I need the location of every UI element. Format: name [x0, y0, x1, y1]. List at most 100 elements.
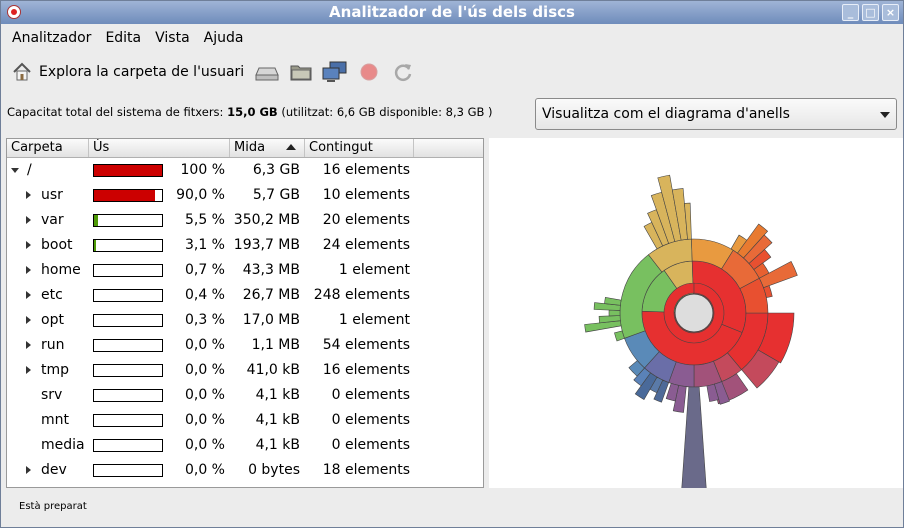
column-header-contents[interactable]: Contingut — [305, 139, 414, 157]
maximize-button[interactable]: □ — [862, 4, 879, 21]
refresh-button[interactable] — [390, 59, 416, 85]
stop-icon — [360, 63, 378, 81]
folder-contents: 16 elements — [322, 362, 410, 378]
usage-bar-fill — [94, 190, 155, 201]
column-header-usage[interactable]: Ús — [89, 139, 230, 157]
folder-name: srv — [41, 387, 63, 403]
table-row[interactable]: mnt 0,0 % 4,1 kB 0 elements — [7, 408, 483, 433]
column-header-size[interactable]: Mida — [230, 139, 305, 157]
usage-bar — [93, 364, 163, 377]
scan-remote-button[interactable] — [322, 59, 348, 85]
ring3-segment[interactable] — [608, 309, 621, 317]
refresh-icon — [395, 64, 412, 81]
table-row[interactable]: var 5,5 % 350,2 MB 20 elements — [7, 208, 483, 233]
menu-analitzador[interactable]: Analitzador — [5, 30, 98, 46]
folder-name: etc — [41, 287, 63, 303]
view-mode-select[interactable]: Visualitza com el diagrama d'anells — [535, 98, 897, 130]
scan-filesystem-button[interactable] — [254, 59, 280, 85]
usage-percent: 0,3 % — [184, 312, 225, 328]
usage-percent: 0,7 % — [184, 262, 225, 278]
table-row[interactable]: boot 3,1 % 193,7 MB 24 elements — [7, 233, 483, 258]
table-row[interactable]: opt 0,3 % 17,0 MB 1 element — [7, 308, 483, 333]
folder-name: mnt — [41, 412, 69, 428]
minimize-button[interactable]: _ — [842, 4, 859, 21]
capacity-usage: (utilitzat: 6,6 GB disponible: 8,3 GB ) — [277, 105, 493, 119]
table-row[interactable]: run 0,0 % 1,1 MB 54 elements — [7, 333, 483, 358]
table-row[interactable]: etc 0,4 % 26,7 MB 248 elements — [7, 283, 483, 308]
column-header-size-label: Mida — [234, 140, 266, 155]
stop-button[interactable] — [356, 59, 382, 85]
menu-vista[interactable]: Vista — [148, 30, 197, 46]
usage-bar-fill — [94, 240, 96, 251]
usage-bar-fill — [94, 215, 98, 226]
filesystem-capacity-info: Capacitat total del sistema de fitxers: … — [7, 105, 493, 119]
usage-bar — [93, 339, 163, 352]
usage-bar — [93, 389, 163, 402]
folder-contents: 1 element — [338, 262, 410, 278]
expander-collapsed-icon[interactable] — [26, 341, 31, 349]
usage-bar — [93, 464, 163, 477]
expander-expanded-icon[interactable] — [11, 168, 19, 173]
folder-contents: 1 element — [338, 312, 410, 328]
view-mode-value: Visualitza com el diagrama d'anells — [542, 106, 790, 122]
app-icon[interactable] — [7, 5, 21, 19]
scan-home-button[interactable]: Explora la carpeta de l'usuari — [11, 61, 244, 83]
folder-size: 4,1 kB — [255, 387, 300, 403]
folder-name: var — [41, 212, 64, 228]
folder-name: run — [41, 337, 65, 353]
folder-tree[interactable]: Carpeta Ús Mida Contingut / 100 % 6,3 GB 16… — [6, 138, 484, 488]
folder-size: 17,0 MB — [242, 312, 300, 328]
expander-collapsed-icon[interactable] — [26, 191, 31, 199]
folder-contents: 18 elements — [322, 462, 410, 478]
menu-ajuda[interactable]: Ajuda — [197, 30, 251, 46]
folder-size: 6,3 GB — [252, 162, 300, 178]
home-icon — [13, 62, 31, 81]
folder-size: 4,1 kB — [255, 412, 300, 428]
usage-bar — [93, 289, 163, 302]
table-header: Carpeta Ús Mida Contingut — [7, 139, 483, 158]
folder-size: 193,7 MB — [233, 237, 300, 253]
drive-icon — [255, 67, 279, 81]
ring-center[interactable] — [674, 293, 714, 333]
table-row[interactable]: / 100 % 6,3 GB 16 elements — [7, 158, 483, 183]
disk-usage-ring-chart[interactable] — [489, 138, 903, 504]
table-row[interactable]: media 0,0 % 4,1 kB 0 elements — [7, 433, 483, 458]
folder-icon — [290, 65, 312, 81]
ring3-segment[interactable] — [604, 297, 622, 306]
expander-collapsed-icon[interactable] — [26, 366, 31, 374]
menu-edita[interactable]: Edita — [98, 30, 148, 46]
table-row[interactable]: srv 0,0 % 4,1 kB 0 elements — [7, 383, 483, 408]
column-header-folder[interactable]: Carpeta — [7, 139, 89, 157]
expander-collapsed-icon[interactable] — [26, 241, 31, 249]
table-row[interactable]: dev 0,0 % 0 bytes 18 elements — [7, 458, 483, 483]
folder-name: boot — [41, 237, 73, 253]
folder-name: home — [41, 262, 81, 278]
folder-contents: 16 elements — [322, 162, 410, 178]
folder-size: 1,1 MB — [251, 337, 300, 353]
usage-bar — [93, 214, 163, 227]
folder-size: 0 bytes — [248, 462, 300, 478]
expander-collapsed-icon[interactable] — [26, 316, 31, 324]
expander-collapsed-icon[interactable] — [26, 216, 31, 224]
scan-home-label: Explora la carpeta de l'usuari — [39, 64, 245, 80]
table-row[interactable]: home 0,7 % 43,3 MB 1 element — [7, 258, 483, 283]
folder-size: 350,2 MB — [233, 212, 300, 228]
close-button[interactable]: × — [882, 4, 899, 21]
expander-collapsed-icon[interactable] — [26, 266, 31, 274]
expander-collapsed-icon[interactable] — [26, 291, 31, 299]
table-row[interactable]: usr 90,0 % 5,7 GB 10 elements — [7, 183, 483, 208]
toolbar: Explora la carpeta de l'usuari — [1, 54, 903, 90]
folder-name: opt — [41, 312, 64, 328]
title-bar[interactable]: Analitzador de l'ús dels discs _ □ × — [1, 1, 903, 24]
sort-ascending-icon — [286, 144, 296, 150]
usage-bar — [93, 314, 163, 327]
usage-percent: 3,1 % — [184, 237, 225, 253]
capacity-total: 15,0 GB — [227, 105, 278, 119]
network-icon — [322, 61, 347, 82]
ring-chart-pane[interactable] — [489, 138, 903, 504]
scan-folder-button[interactable] — [288, 59, 314, 85]
chevron-down-icon — [880, 112, 890, 118]
expander-collapsed-icon[interactable] — [26, 466, 31, 474]
table-row[interactable]: tmp 0,0 % 41,0 kB 16 elements — [7, 358, 483, 383]
window-title: Analitzador de l'ús dels discs — [329, 3, 575, 21]
